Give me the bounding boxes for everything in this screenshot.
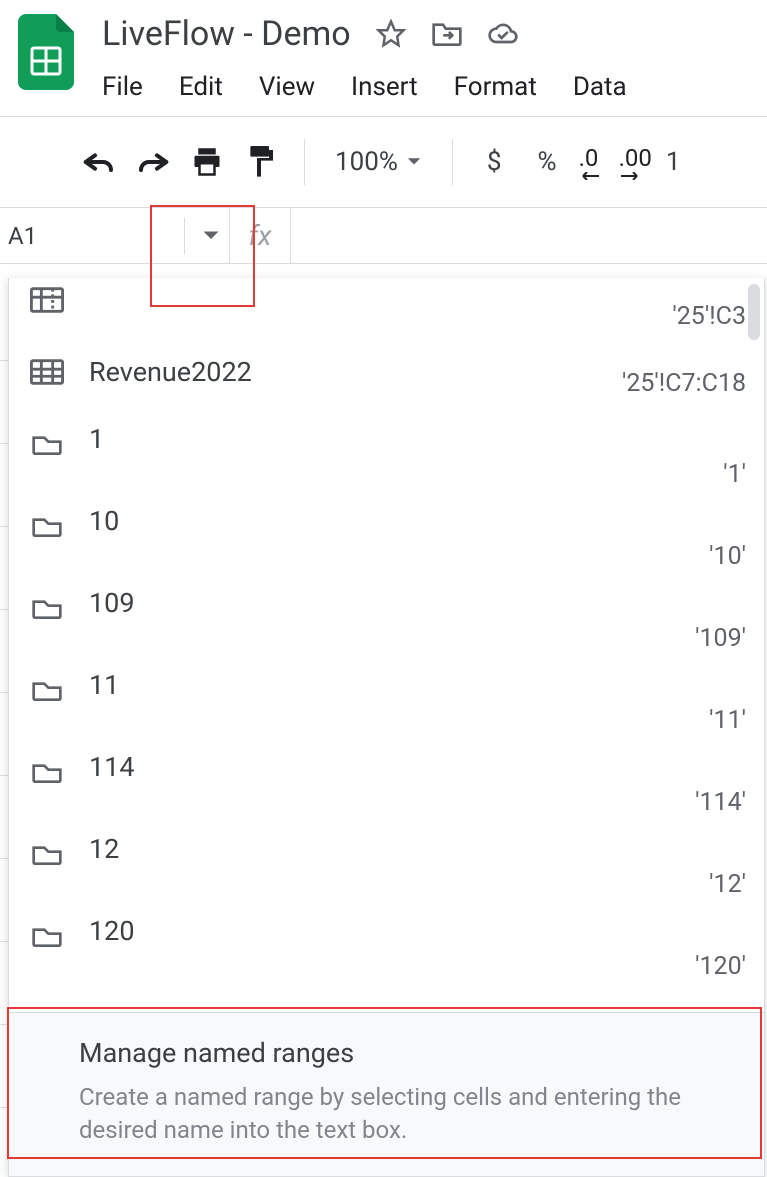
toolbar: 100% $ % .0 .00 1	[0, 116, 767, 208]
undo-button[interactable]	[76, 139, 122, 185]
named-range-label: Revenue2022	[89, 356, 622, 388]
sheet-item[interactable]: 11 '11'	[27, 659, 746, 741]
sheet-ref: '109'	[695, 624, 746, 659]
menu-bar: File Edit View Insert Format Data	[102, 72, 749, 102]
menu-data[interactable]: Data	[573, 72, 627, 102]
menu-format[interactable]: Format	[454, 72, 537, 102]
menu-view[interactable]: View	[259, 72, 315, 102]
named-range-icon	[27, 280, 67, 320]
name-box-dropdown-list[interactable]: '25'!C3 Revenue2022 '25'!C7:C18 1 '1' 10…	[9, 278, 764, 1012]
star-icon[interactable]	[375, 18, 407, 50]
sheet-item[interactable]: 109 '109'	[27, 577, 746, 659]
sheet-item[interactable]: 1 '1'	[27, 413, 746, 495]
sheet-ref: '114'	[695, 788, 746, 823]
manage-named-ranges[interactable]: Manage named ranges Create a named range…	[9, 1012, 764, 1176]
sheet-ref: '12'	[709, 870, 746, 905]
increase-decimal-button[interactable]: .00	[619, 139, 652, 185]
named-range-icon	[27, 352, 67, 392]
sheet-ref: '1'	[723, 460, 746, 495]
manage-named-ranges-desc: Create a named range by selecting cells …	[79, 1081, 746, 1148]
decrease-decimal-label: .0	[579, 144, 599, 172]
name-box-separator	[184, 218, 185, 254]
scrollbar[interactable]	[748, 284, 760, 340]
sheet-ref: '120'	[695, 952, 746, 987]
name-box-dropdown-button[interactable]	[193, 230, 229, 242]
grid-row-edges	[0, 278, 8, 1177]
sheet-label: 120	[89, 915, 695, 947]
sheet-label: 11	[89, 669, 709, 701]
named-range-ref: '25'!C7:C18	[622, 347, 746, 398]
name-box[interactable]: A1	[0, 208, 230, 264]
format-currency-button[interactable]: $	[473, 147, 516, 177]
scrollbar-thumb[interactable]	[748, 284, 760, 340]
sheets-logo[interactable]	[18, 14, 74, 90]
app-header: LiveFlow - Demo File Edit View Insert Fo…	[0, 0, 767, 106]
increase-decimal-label: .00	[619, 144, 652, 172]
sheet-item[interactable]: 10 '10'	[27, 495, 746, 577]
menu-edit[interactable]: Edit	[179, 72, 223, 102]
name-box-dropdown: '25'!C3 Revenue2022 '25'!C7:C18 1 '1' 10…	[8, 278, 765, 1177]
named-range-item[interactable]: '25'!C3	[27, 278, 746, 331]
sheet-label: 114	[89, 751, 695, 783]
sheet-icon	[27, 833, 67, 873]
sheet-icon	[27, 915, 67, 955]
toolbar-separator	[452, 139, 453, 185]
fx-icon[interactable]: fx	[230, 219, 290, 252]
sheet-icon	[27, 587, 67, 627]
sheet-ref: '11'	[709, 706, 746, 741]
doc-title[interactable]: LiveFlow - Demo	[102, 14, 351, 54]
zoom-value: 100%	[335, 147, 398, 177]
sheet-icon	[27, 751, 67, 791]
zoom-select[interactable]: 100%	[325, 147, 432, 177]
print-button[interactable]	[184, 139, 230, 185]
cloud-saved-icon[interactable]	[487, 18, 519, 50]
manage-named-ranges-title: Manage named ranges	[79, 1037, 746, 1069]
redo-button[interactable]	[130, 139, 176, 185]
sheet-icon	[27, 669, 67, 709]
toolbar-separator	[304, 139, 305, 185]
sheet-item[interactable]: 12 '12'	[27, 823, 746, 905]
paint-format-button[interactable]	[238, 139, 284, 185]
decrease-decimal-button[interactable]: .0	[579, 139, 601, 185]
sheet-item[interactable]: 114 '114'	[27, 741, 746, 823]
sheet-ref: '10'	[709, 542, 746, 577]
formula-bar-row: A1 fx	[0, 208, 767, 264]
formula-input[interactable]	[290, 208, 767, 263]
sheet-icon	[27, 423, 67, 463]
sheet-label: 12	[89, 833, 709, 865]
sheet-item[interactable]: 120 '120'	[27, 905, 746, 987]
menu-insert[interactable]: Insert	[351, 72, 418, 102]
named-range-ref: '25'!C3	[672, 280, 746, 331]
sheet-label: 109	[89, 587, 695, 619]
sheet-label: 1	[89, 423, 723, 455]
sheet-label: 10	[89, 505, 709, 537]
number-format-more[interactable]: 1	[660, 147, 695, 177]
menu-file[interactable]: File	[102, 72, 143, 102]
format-percent-button[interactable]: %	[524, 147, 571, 177]
sheet-icon	[27, 505, 67, 545]
move-folder-icon[interactable]	[431, 18, 463, 50]
name-box-value: A1	[8, 222, 184, 250]
named-range-item[interactable]: Revenue2022 '25'!C7:C18	[27, 331, 746, 413]
